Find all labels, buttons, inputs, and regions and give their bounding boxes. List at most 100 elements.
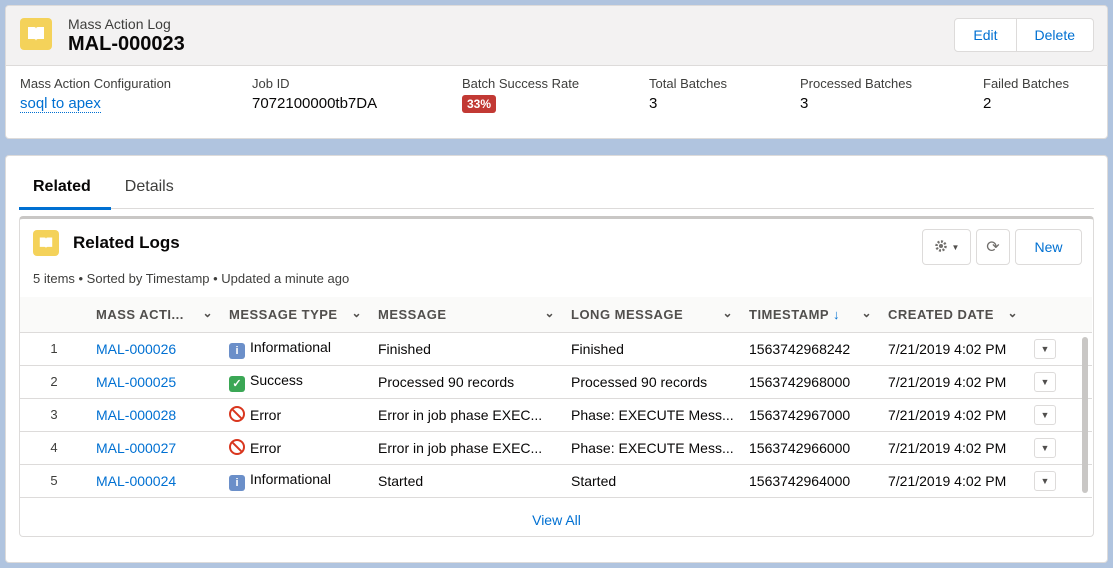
edit-button[interactable]: Edit — [955, 19, 1015, 51]
field-label: Total Batches — [649, 76, 728, 91]
record-header: Mass Action Log MAL-000023 Edit Delete — [6, 6, 1107, 66]
config-link[interactable]: soql to apex — [20, 95, 101, 113]
check-icon: ✓ — [229, 375, 245, 392]
field-mass-action-config: Mass Action Configuration soql to apex — [20, 76, 171, 113]
message-type-text: Informational — [250, 470, 331, 487]
chevron-down-icon[interactable]: ⌄ — [1007, 306, 1018, 320]
row-action-menu-button[interactable]: ▼ — [1034, 338, 1056, 359]
row-action-menu-button[interactable]: ▼ — [1034, 371, 1056, 392]
cell-created-date: 7/21/2019 4:02 PM — [880, 464, 1026, 498]
related-list-title[interactable]: Related Logs — [73, 233, 180, 253]
cell-long-message: Started — [563, 464, 741, 498]
row-action-menu-button[interactable]: ▼ — [1034, 470, 1056, 491]
record-actions: Edit Delete — [954, 18, 1094, 52]
chevron-down-icon[interactable]: ⌄ — [861, 306, 872, 320]
row-number: 2 — [20, 365, 88, 399]
table-row: 4 MAL-000027 Error Error in job phase EX… — [20, 431, 1092, 465]
field-label: Mass Action Configuration — [20, 76, 172, 91]
column-header-created-date[interactable]: CREATED DATE ⌄ — [880, 297, 1026, 333]
cell-long-message: Finished — [563, 332, 741, 366]
cell-created-date: 7/21/2019 4:02 PM — [880, 332, 1026, 366]
refresh-icon: ⟳ — [986, 239, 1000, 256]
record-link[interactable]: MAL-000026 — [96, 341, 176, 357]
list-settings-button[interactable]: ▼ — [922, 229, 971, 265]
cell-timestamp: 1563742967000 — [741, 398, 880, 432]
cell-mass-action: MAL-000028 — [88, 398, 221, 432]
tab-details[interactable]: Details — [125, 174, 174, 209]
cell-message-type: ✓ Success — [221, 365, 370, 399]
field-value: 2 — [983, 95, 992, 112]
cell-timestamp: 1563742968000 — [741, 365, 880, 399]
table-row: 1 MAL-000026 i Informational Finished Fin… — [20, 332, 1092, 366]
cell-timestamp: 1563742968242 — [741, 332, 880, 366]
row-action-menu-button[interactable]: ▼ — [1034, 404, 1056, 425]
cell-timestamp: 1563742966000 — [741, 431, 880, 465]
row-number: 4 — [20, 431, 88, 465]
field-value: 3 — [649, 95, 658, 112]
record-link[interactable]: MAL-000024 — [96, 473, 176, 489]
cell-message-type: i Informational — [221, 332, 370, 366]
logs-table: MASS ACTI... ⌄ MESSAGE TYPE ⌄ MESSAGE ⌄ LON… — [20, 297, 1092, 498]
column-header-message[interactable]: MESSAGE ⌄ — [370, 297, 563, 333]
cell-message: Processed 90 records — [370, 365, 563, 399]
cell-long-message: Phase: EXECUTE Mess... — [563, 431, 741, 465]
field-job-id: Job ID 7072100000tb7DA — [252, 76, 377, 112]
cell-message: Error in job phase EXEC... — [370, 398, 563, 432]
cell-message: Started — [370, 464, 563, 498]
column-header-long-message[interactable]: LONG MESSAGE ⌄ — [563, 297, 741, 333]
cell-message: Finished — [370, 332, 563, 366]
highlight-fields: Mass Action Configuration soql to apex J… — [6, 66, 1107, 138]
field-failed-batches: Failed Batches 2 — [983, 76, 1069, 112]
field-processed-batches: Processed Batches 3 — [800, 76, 912, 112]
record-link[interactable]: MAL-000027 — [96, 440, 176, 456]
column-header-timestamp[interactable]: TIMESTAMP ↓ ⌄ — [741, 297, 880, 333]
chevron-down-icon[interactable]: ⌄ — [544, 306, 555, 320]
tabset-card: Related Details Related Logs 5 items • S… — [5, 155, 1108, 563]
record-link[interactable]: MAL-000028 — [96, 407, 176, 423]
new-button[interactable]: New — [1015, 229, 1082, 265]
cell-mass-action: MAL-000027 — [88, 431, 221, 465]
refresh-button[interactable]: ⟳ — [976, 229, 1010, 265]
row-actions-header — [1026, 297, 1092, 333]
prohibited-icon — [229, 406, 245, 422]
field-label: Processed Batches — [800, 76, 913, 91]
message-type-text: Error — [250, 440, 282, 456]
chevron-down-icon[interactable]: ⌄ — [722, 306, 733, 320]
info-icon: i — [229, 342, 245, 359]
cell-long-message: Processed 90 records — [563, 365, 741, 399]
tab-bar: Related Details — [19, 174, 1094, 210]
table-row: 2 MAL-000025 ✓ Success Processed 90 recor… — [20, 365, 1092, 399]
column-header-mass-action[interactable]: MASS ACTI... ⌄ — [88, 297, 221, 333]
record-link[interactable]: MAL-000025 — [96, 374, 176, 390]
status-badge: 33% — [462, 95, 497, 113]
cell-created-date: 7/21/2019 4:02 PM — [880, 398, 1026, 432]
column-header-message-type[interactable]: MESSAGE TYPE ⌄ — [221, 297, 370, 333]
chevron-down-icon[interactable]: ⌄ — [351, 306, 362, 320]
row-number: 5 — [20, 464, 88, 498]
related-list-info: 5 items • Sorted by Timestamp • Updated … — [33, 271, 350, 286]
cell-long-message: Phase: EXECUTE Mess... — [563, 398, 741, 432]
log-book-icon — [33, 230, 59, 256]
cell-message: Error in job phase EXEC... — [370, 431, 563, 465]
table-header-row: MASS ACTI... ⌄ MESSAGE TYPE ⌄ MESSAGE ⌄ LON… — [20, 297, 1092, 333]
chevron-down-icon[interactable]: ⌄ — [202, 306, 213, 320]
row-number-header — [20, 297, 88, 333]
gear-icon — [934, 239, 948, 256]
tab-related[interactable]: Related — [19, 174, 111, 210]
table-row: 3 MAL-000028 Error Error in job phase EX… — [20, 398, 1092, 432]
field-label: Job ID — [252, 76, 290, 91]
table-scrollbar[interactable] — [1082, 337, 1088, 493]
cell-mass-action: MAL-000024 — [88, 464, 221, 498]
object-type-label: Mass Action Log — [68, 16, 171, 32]
sort-down-arrow-icon: ↓ — [832, 306, 840, 322]
table-row: 5 MAL-000024 i Informational Started Star… — [20, 464, 1092, 498]
cell-message-type: Error — [221, 431, 370, 465]
log-book-icon — [20, 18, 52, 50]
view-all-link[interactable]: View All — [20, 512, 1093, 528]
message-type-text: Error — [250, 407, 282, 423]
delete-button[interactable]: Delete — [1015, 19, 1093, 51]
row-number: 3 — [20, 398, 88, 432]
info-icon: i — [229, 474, 245, 491]
row-number: 1 — [20, 332, 88, 366]
row-action-menu-button[interactable]: ▼ — [1034, 437, 1056, 458]
